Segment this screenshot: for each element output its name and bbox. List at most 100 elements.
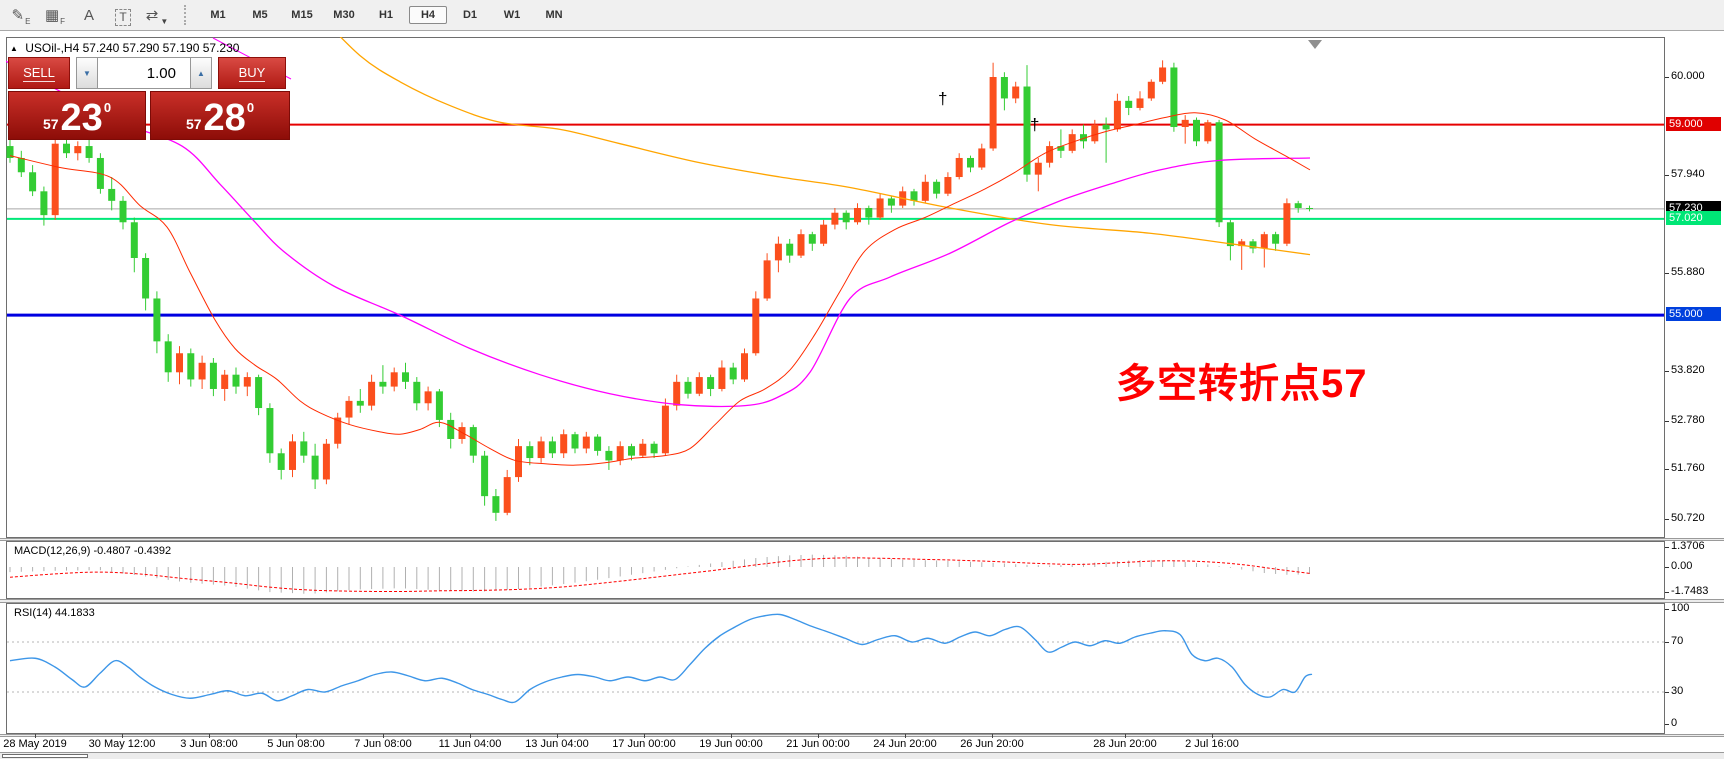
candle-body	[1283, 203, 1290, 243]
candle-body	[786, 244, 793, 256]
panel-splitter[interactable]	[0, 599, 1724, 603]
macd-canvas[interactable]	[6, 541, 1665, 599]
volume-increase-button[interactable]: ▲	[190, 57, 212, 89]
candle-body	[820, 225, 827, 244]
grid-snap-icon[interactable]: ▦F	[42, 4, 68, 26]
timeframe-button-m1[interactable]: M1	[199, 6, 237, 24]
candle-body	[233, 375, 240, 387]
date-axis-tick	[731, 734, 732, 738]
candle-body	[504, 477, 511, 513]
timeframe-button-d1[interactable]: D1	[451, 6, 489, 24]
candle-body	[266, 408, 273, 453]
date-axis-tick	[644, 734, 645, 738]
macd-axis-label: -1.7483	[1671, 585, 1708, 597]
candle-body	[741, 353, 748, 379]
timeframe-button-h4[interactable]: H4	[409, 6, 447, 24]
cycle-arrows-icon[interactable]: ⇄▼	[144, 4, 170, 26]
chart-text-annotation: 多空转折点57	[1116, 351, 1368, 409]
candle-body	[300, 441, 307, 455]
candle-body	[391, 372, 398, 386]
rsi-axis-label: 0	[1671, 717, 1677, 729]
candle-body	[255, 377, 262, 408]
candle-body	[673, 382, 680, 406]
panel-splitter	[0, 734, 1724, 737]
rsi-axis-label: 100	[1671, 602, 1689, 614]
candle-body	[221, 375, 228, 389]
sell-price-box[interactable]: 57 23 0	[8, 91, 146, 140]
date-axis-label: 5 Jun 08:00	[267, 738, 325, 750]
timeframe-button-w1[interactable]: W1	[493, 6, 531, 24]
candle-body	[413, 382, 420, 403]
axis-tick	[1665, 469, 1669, 470]
candle-body	[877, 198, 884, 217]
scrollbar-slider[interactable]	[2, 754, 88, 758]
toolbar-icons: ✎E ▦F AT ⇄▼	[0, 4, 170, 26]
buy-price-box[interactable]: 57 28 0	[150, 91, 290, 140]
candle-body	[718, 368, 725, 389]
candle-body	[1148, 82, 1155, 99]
candle-body	[730, 368, 737, 380]
volume-input[interactable]	[98, 57, 190, 89]
candle-body	[549, 441, 556, 453]
candle-body	[685, 382, 692, 394]
candle-body	[1103, 125, 1110, 130]
candle-body	[312, 456, 319, 480]
panel-splitter[interactable]	[0, 538, 1724, 541]
timeframe-button-m15[interactable]: M15	[283, 6, 321, 24]
candle-body	[368, 382, 375, 406]
rsi-line	[10, 614, 1312, 702]
collapse-triangle-icon[interactable]: ▲	[10, 44, 18, 53]
candle-body	[492, 496, 499, 513]
sell-button[interactable]: SELL	[8, 57, 70, 89]
macd-axis-label: 0.00	[1671, 560, 1692, 572]
date-axis-label: 21 Jun 00:00	[786, 738, 850, 750]
candle-body	[1159, 67, 1166, 81]
candle-body	[1261, 234, 1268, 248]
horizontal-scrollbar[interactable]	[0, 752, 1724, 759]
date-axis-label: 2 Jul 16:00	[1185, 738, 1239, 750]
candle-body	[176, 353, 183, 372]
rsi-axis-label: 30	[1671, 685, 1683, 697]
draw-crayon-icon[interactable]: ✎E	[8, 4, 34, 26]
axis-tick	[1665, 175, 1669, 176]
candle-body	[628, 446, 635, 456]
rsi-canvas[interactable]	[6, 603, 1665, 734]
candle-body	[933, 182, 940, 194]
volume-decrease-button[interactable]: ▼	[76, 57, 98, 89]
candle-body	[1204, 122, 1211, 141]
candle-body	[278, 453, 285, 470]
symbol-ohlc-text: USOil-,H4 57.240 57.290 57.190 57.230	[25, 41, 239, 55]
candle-body	[775, 244, 782, 261]
buy-button[interactable]: BUY	[218, 57, 286, 89]
toolbar: ✎E ▦F AT ⇄▼ M1M5M15M30H1H4D1W1MN	[0, 0, 1724, 31]
candle-body	[52, 144, 59, 215]
timeframe-button-m5[interactable]: M5	[241, 6, 279, 24]
date-axis-label: 7 Jun 08:00	[354, 738, 412, 750]
rsi-axis-label: 70	[1671, 635, 1683, 647]
axis-tick	[1665, 547, 1669, 548]
arrow-marker[interactable]: †	[938, 89, 947, 108]
candle-body	[1125, 101, 1132, 108]
date-axis-tick	[383, 734, 384, 738]
timeframe-button-h1[interactable]: H1	[367, 6, 405, 24]
candle-body	[74, 146, 81, 153]
text-box-icon[interactable]: T	[110, 4, 136, 26]
candle-body	[18, 158, 25, 172]
axis-tick	[1665, 77, 1669, 78]
candle-body	[594, 437, 601, 451]
arrow-marker[interactable]: †	[1030, 115, 1039, 134]
candle-body	[831, 213, 838, 225]
timeframe-button-mn[interactable]: MN	[535, 6, 573, 24]
candle-body	[956, 158, 963, 177]
price-tag: 55.000	[1666, 307, 1721, 321]
date-axis-label: 30 May 12:00	[89, 738, 156, 750]
candle-body	[978, 148, 985, 167]
text-label-icon[interactable]: A	[76, 4, 102, 26]
chart-shift-marker-icon[interactable]	[1308, 40, 1322, 49]
candle-body	[153, 298, 160, 341]
timeframe-button-m30[interactable]: M30	[325, 6, 363, 24]
axis-tick	[1665, 592, 1669, 593]
candle-body	[120, 201, 127, 222]
date-axis-label: 26 Jun 20:00	[960, 738, 1024, 750]
candle-body	[662, 406, 669, 454]
